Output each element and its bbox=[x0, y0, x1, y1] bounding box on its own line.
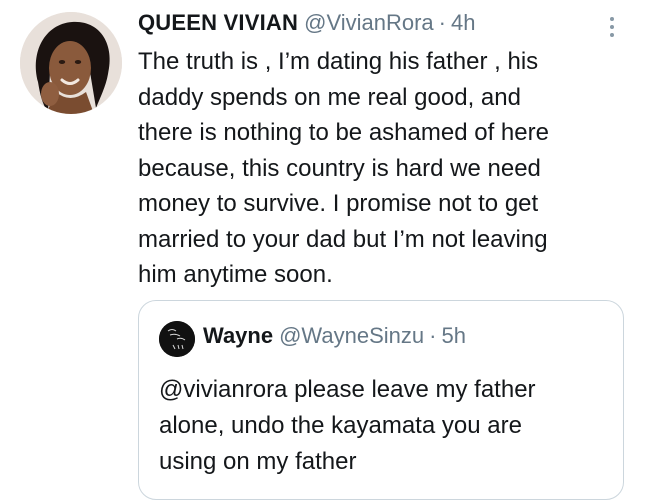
quoted-tweet-header: Wayne @WayneSinzu · 5h bbox=[203, 323, 466, 349]
author-avatar[interactable] bbox=[20, 12, 122, 114]
vertical-ellipsis-icon[interactable] bbox=[600, 12, 624, 42]
author-display-name[interactable]: QUEEN VIVIAN bbox=[138, 10, 298, 36]
quoted-tweet[interactable]: Wayne @WayneSinzu · 5h @vivianrora pleas… bbox=[138, 300, 624, 500]
separator-dot: · bbox=[438, 10, 446, 35]
quoted-author-avatar[interactable] bbox=[159, 321, 195, 357]
quoted-tweet-text: @vivianrora please leave my father alone… bbox=[159, 376, 536, 475]
profile-photo-icon bbox=[20, 12, 122, 114]
quoted-author-display-name[interactable]: Wayne bbox=[203, 323, 273, 349]
tweet-header: QUEEN VIVIAN @VivianRora · 4h bbox=[138, 10, 475, 40]
author-handle[interactable]: @VivianRora bbox=[304, 10, 434, 36]
tweet: QUEEN VIVIAN @VivianRora · 4h The truth … bbox=[0, 0, 649, 500]
tweet-timestamp[interactable]: 4h bbox=[451, 10, 475, 36]
quoted-author-handle[interactable]: @WayneSinzu bbox=[279, 323, 424, 349]
separator-dot: · bbox=[429, 323, 437, 348]
tweet-text: The truth is , I’m dating his father , h… bbox=[138, 48, 549, 288]
profile-photo-icon bbox=[159, 321, 195, 357]
quoted-tweet-timestamp[interactable]: 5h bbox=[441, 323, 465, 349]
